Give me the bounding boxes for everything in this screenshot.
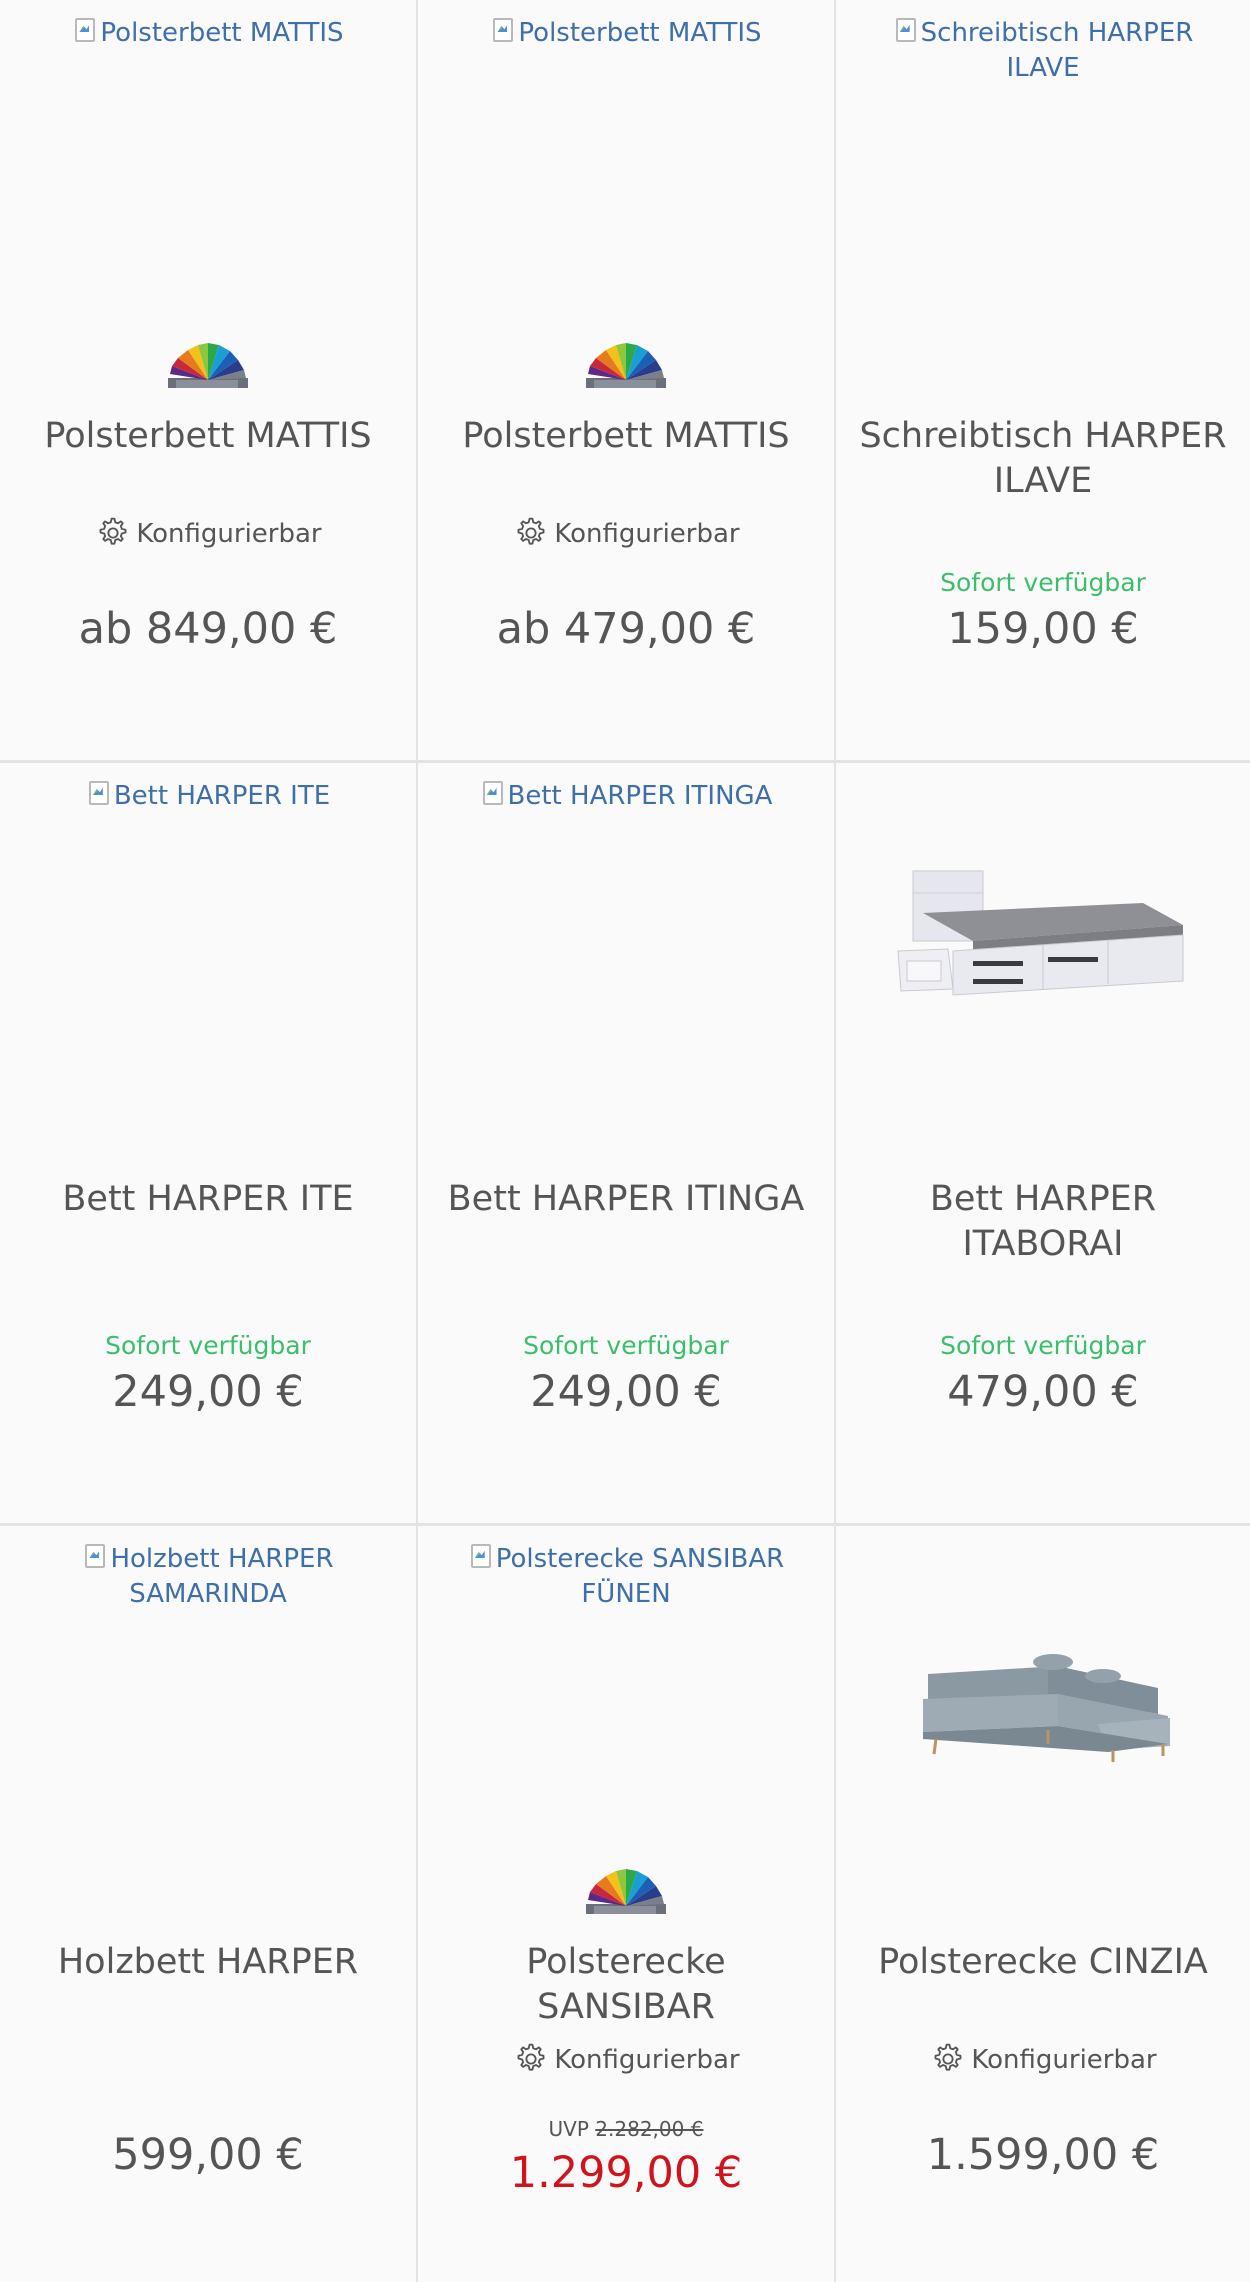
broken-image-icon bbox=[72, 16, 98, 46]
product-grid: Polsterbett MATTIS Polsterbett MATTIS Ko… bbox=[0, 0, 1250, 2282]
configurable-label: Konfigurierbar bbox=[418, 514, 834, 552]
broken-image-icon bbox=[893, 16, 919, 46]
product-image[interactable]: Bett HARPER ITINGA bbox=[418, 779, 834, 814]
image-alt-text: Polsterbett MATTIS bbox=[100, 18, 344, 48]
broken-image-icon bbox=[480, 779, 506, 809]
image-alt-text: Schreibtisch HARPER ILAVE bbox=[920, 18, 1194, 83]
product-title[interactable]: Bett HARPER ITABORAI bbox=[856, 1177, 1230, 1267]
product-price: 599,00 € bbox=[112, 2130, 304, 2180]
product-image[interactable]: Holzbett HARPER SAMARINDA bbox=[0, 1542, 416, 1612]
configurable-text: Konfigurierbar bbox=[136, 519, 322, 549]
broken-image-icon bbox=[468, 1542, 494, 1572]
configurable-label: Konfigurierbar bbox=[836, 2040, 1250, 2078]
uvp-label: UVP bbox=[548, 2117, 589, 2141]
gear-icon bbox=[99, 517, 127, 545]
product-card[interactable]: Polsterbett MATTIS Polsterbett MATTIS Ko… bbox=[0, 0, 418, 763]
product-title[interactable]: Polsterecke CINZIA bbox=[856, 1940, 1230, 1985]
configurator-logo-icon bbox=[586, 343, 666, 388]
product-title[interactable]: Polsterecke SANSIBAR bbox=[438, 1940, 814, 2030]
uvp-strike-price: 2.282,00 € bbox=[595, 2117, 704, 2141]
configurable-label: Konfigurierbar bbox=[418, 2040, 834, 2078]
product-image[interactable]: Polsterbett MATTIS bbox=[418, 16, 834, 51]
availability-status: Sofort verfügbar bbox=[523, 1331, 729, 1360]
product-title[interactable]: Polsterbett MATTIS bbox=[438, 414, 814, 459]
gear-icon bbox=[517, 517, 545, 545]
product-price: 159,00 € bbox=[947, 604, 1139, 654]
image-alt-text: Holzbett HARPER SAMARINDA bbox=[110, 1544, 334, 1609]
bed-photo[interactable] bbox=[893, 863, 1193, 998]
image-alt-text: Polsterecke SANSIBAR FÜNEN bbox=[495, 1544, 785, 1609]
product-price: 1.599,00 € bbox=[926, 2130, 1160, 2180]
product-price: 249,00 € bbox=[530, 1367, 722, 1417]
product-image[interactable]: Polsterecke SANSIBAR FÜNEN bbox=[418, 1542, 834, 1612]
product-card[interactable]: Holzbett HARPER SAMARINDA Holzbett HARPE… bbox=[0, 1526, 418, 2282]
product-card[interactable]: Polsterecke CINZIA Konfigurierbar 1.599,… bbox=[836, 1526, 1250, 2282]
product-title[interactable]: Holzbett HARPER bbox=[20, 1940, 396, 1985]
product-image[interactable]: Polsterbett MATTIS bbox=[0, 16, 416, 51]
product-title[interactable]: Schreibtisch HARPER ILAVE bbox=[856, 414, 1230, 504]
broken-image-icon bbox=[86, 779, 112, 809]
availability-status: Sofort verfügbar bbox=[940, 568, 1146, 597]
product-card[interactable]: Polsterecke SANSIBAR FÜNEN Polsterecke S… bbox=[418, 1526, 836, 2282]
product-price: ab 849,00 € bbox=[78, 604, 338, 654]
product-image[interactable]: Schreibtisch HARPER ILAVE bbox=[836, 16, 1250, 86]
image-alt-text: Polsterbett MATTIS bbox=[518, 18, 762, 48]
product-title[interactable]: Bett HARPER ITINGA bbox=[438, 1177, 814, 1222]
product-card[interactable]: Bett HARPER ITE Bett HARPER ITE Sofort v… bbox=[0, 763, 418, 1526]
product-card[interactable]: Bett HARPER ITABORAI Sofort verfügbar 47… bbox=[836, 763, 1250, 1526]
sale-price: 1.299,00 € bbox=[509, 2148, 743, 2198]
broken-image-icon bbox=[490, 16, 516, 46]
product-card[interactable]: Bett HARPER ITINGA Bett HARPER ITINGA So… bbox=[418, 763, 836, 1526]
gear-icon bbox=[517, 2043, 545, 2071]
product-price: 249,00 € bbox=[112, 1367, 304, 1417]
product-price: ab 479,00 € bbox=[496, 604, 756, 654]
image-alt-text: Bett HARPER ITINGA bbox=[507, 781, 773, 811]
configurable-text: Konfigurierbar bbox=[971, 2045, 1157, 2075]
product-title[interactable]: Polsterbett MATTIS bbox=[20, 414, 396, 459]
sofa-photo[interactable] bbox=[908, 1644, 1178, 1764]
configurable-text: Konfigurierbar bbox=[554, 519, 740, 549]
availability-status: Sofort verfügbar bbox=[940, 1331, 1146, 1360]
configurable-text: Konfigurierbar bbox=[554, 2045, 740, 2075]
broken-image-icon bbox=[82, 1542, 108, 1572]
product-image[interactable]: Bett HARPER ITE bbox=[0, 779, 416, 814]
product-price: 479,00 € bbox=[947, 1367, 1139, 1417]
image-alt-text: Bett HARPER ITE bbox=[113, 781, 331, 811]
product-card[interactable]: Polsterbett MATTIS Polsterbett MATTIS Ko… bbox=[418, 0, 836, 763]
uvp-price: UVP 2.282,00 € bbox=[418, 2117, 834, 2141]
configurable-label: Konfigurierbar bbox=[0, 514, 416, 552]
configurator-logo-icon bbox=[168, 343, 248, 388]
product-title[interactable]: Bett HARPER ITE bbox=[20, 1177, 396, 1222]
configurator-logo-icon bbox=[586, 1869, 666, 1914]
product-card[interactable]: Schreibtisch HARPER ILAVE Schreibtisch H… bbox=[836, 0, 1250, 763]
gear-icon bbox=[934, 2043, 962, 2071]
availability-status: Sofort verfügbar bbox=[105, 1331, 311, 1360]
